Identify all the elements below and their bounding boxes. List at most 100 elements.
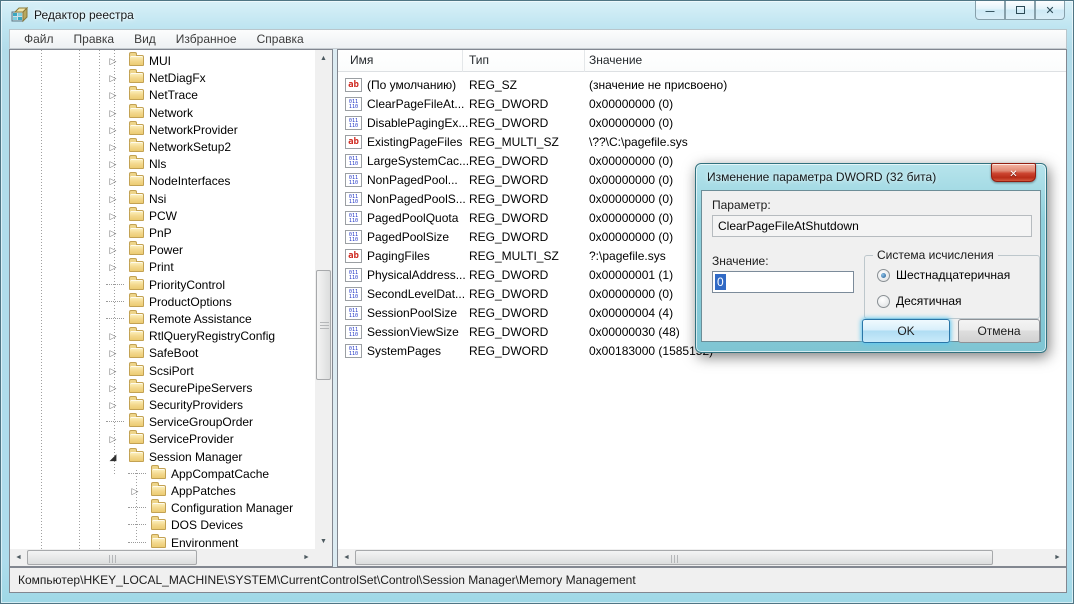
tree-item[interactable]: ▷ NetDiagFx [10, 69, 332, 86]
tree-item-label[interactable]: SafeBoot [149, 346, 198, 360]
tree-item-label[interactable]: Network [149, 106, 193, 120]
tree-item[interactable]: ▷ PnP [10, 224, 332, 241]
tree-item-label[interactable]: NetworkProvider [149, 123, 238, 137]
tree-vertical-scrollbar[interactable]: ▲ ▼ [315, 50, 332, 550]
column-separator[interactable] [584, 50, 585, 72]
tree-item[interactable]: ▷ NetworkProvider [10, 121, 332, 138]
tree-item[interactable]: ▷ RtlQueryRegistryConfig [10, 327, 332, 344]
scroll-right-icon[interactable]: ► [1049, 549, 1066, 566]
expand-arrow-icon[interactable]: ▷ [106, 141, 120, 153]
tree-hscroll-thumb[interactable] [27, 550, 197, 565]
tree-item[interactable]: ▷ Network [10, 104, 332, 121]
tree-item[interactable]: ▷ SecurityProviders [10, 396, 332, 413]
expand-arrow-icon[interactable]: ▷ [106, 347, 120, 359]
expand-arrow-icon[interactable]: ▷ [106, 107, 120, 119]
expand-arrow-icon[interactable]: ▷ [106, 433, 120, 445]
tree-item[interactable]: ▷ NodeInterfaces [10, 172, 332, 189]
tree-item[interactable]: ProductOptions [10, 293, 332, 310]
expand-arrow-icon[interactable]: ▷ [106, 210, 120, 222]
tree-item-label[interactable]: SecurityProviders [149, 398, 243, 412]
menu-favorites[interactable]: Избранное [166, 30, 247, 48]
expand-arrow-icon[interactable]: ▷ [106, 382, 120, 394]
menu-help[interactable]: Справка [247, 30, 314, 48]
expand-arrow-icon[interactable]: ▷ [106, 261, 120, 273]
tree-item-label[interactable]: RtlQueryRegistryConfig [149, 329, 275, 343]
tree-item-label[interactable]: Nls [149, 157, 166, 171]
tree-item-label[interactable]: PCW [149, 209, 177, 223]
tree-item-label[interactable]: SecurePipeServers [149, 381, 252, 395]
tree-item[interactable]: ▷ ServiceProvider [10, 430, 332, 447]
close-button[interactable] [1035, 1, 1065, 20]
value-input[interactable]: 0 [712, 271, 854, 293]
tree-item[interactable]: Configuration Manager [10, 499, 332, 516]
scroll-left-icon[interactable]: ◄ [10, 549, 27, 566]
tree-item-label[interactable]: NodeInterfaces [149, 174, 230, 188]
expand-arrow-icon[interactable]: ▷ [106, 227, 120, 239]
tree-item[interactable]: ▷ NetTrace [10, 86, 332, 103]
tree-item-label[interactable]: Power [149, 243, 183, 257]
tree-horizontal-scrollbar[interactable]: ◄ ► [10, 549, 315, 566]
tree-item-label[interactable]: ServiceProvider [149, 432, 234, 446]
expand-arrow-icon[interactable]: ▷ [106, 399, 120, 411]
tree-item[interactable]: ServiceGroupOrder [10, 413, 332, 430]
registry-value-row[interactable]: ExistingPageFilesREG_MULTI_SZ\??\C:\page… [338, 133, 1066, 152]
tree-item-label[interactable]: Environment [171, 536, 238, 550]
tree-item-label[interactable]: MUI [149, 54, 171, 68]
menu-view[interactable]: Вид [124, 30, 166, 48]
tree-item-label[interactable]: Remote Assistance [149, 312, 252, 326]
tree-item-label[interactable]: ProductOptions [149, 295, 232, 309]
tree-item-label[interactable]: Configuration Manager [171, 501, 293, 515]
registry-value-row[interactable]: (По умолчанию)REG_SZ(значение не присвое… [338, 76, 1066, 95]
tree-item[interactable]: ▷ Print [10, 258, 332, 275]
expand-arrow-icon[interactable]: ▷ [106, 89, 120, 101]
collapse-arrow-icon[interactable]: ◢ [106, 451, 120, 463]
tree-item-label[interactable]: DOS Devices [171, 518, 243, 532]
scroll-right-icon[interactable]: ► [298, 549, 315, 566]
tree-item[interactable]: AppCompatCache [10, 465, 332, 482]
expand-arrow-icon[interactable]: ▷ [128, 485, 142, 497]
column-header-value[interactable]: Значение [589, 50, 642, 72]
radio-decimal[interactable]: Десятичная [877, 294, 962, 308]
tree-item[interactable]: ◢Session Manager [10, 448, 332, 465]
tree-item-label[interactable]: NetDiagFx [149, 71, 206, 85]
tree-item[interactable]: ▷Nsi [10, 190, 332, 207]
tree-item-label[interactable]: NetworkSetup2 [149, 140, 231, 154]
tree-item[interactable]: ▷ScsiPort [10, 362, 332, 379]
tree-item[interactable]: ▷ PCW [10, 207, 332, 224]
list-hscroll-thumb[interactable] [355, 550, 993, 565]
tree-item[interactable]: ▷ SecurePipeServers [10, 379, 332, 396]
expand-arrow-icon[interactable]: ▷ [106, 158, 120, 170]
tree-item-label[interactable]: ScsiPort [149, 364, 194, 378]
minimize-button[interactable] [975, 1, 1005, 20]
scroll-up-icon[interactable]: ▲ [315, 50, 332, 67]
expand-arrow-icon[interactable]: ▷ [106, 55, 120, 67]
expand-arrow-icon[interactable]: ▷ [106, 193, 120, 205]
expand-arrow-icon[interactable]: ▷ [106, 244, 120, 256]
dialog-close-button[interactable] [991, 163, 1036, 182]
radio-hexadecimal[interactable]: Шестнадцатеричная [877, 268, 1010, 282]
tree-item-label[interactable]: AppCompatCache [171, 467, 269, 481]
menu-edit[interactable]: Правка [64, 30, 125, 48]
expand-arrow-icon[interactable]: ▷ [106, 175, 120, 187]
tree-item[interactable]: ▷ SafeBoot [10, 344, 332, 361]
tree-item[interactable]: ▷ Nls [10, 155, 332, 172]
expand-arrow-icon[interactable]: ▷ [106, 72, 120, 84]
tree-item-label[interactable]: NetTrace [149, 88, 198, 102]
column-header-type[interactable]: Тип [469, 50, 489, 72]
scroll-left-icon[interactable]: ◄ [338, 549, 355, 566]
column-separator[interactable] [462, 50, 463, 72]
tree-item-label[interactable]: Print [149, 260, 174, 274]
tree-item-label[interactable]: ServiceGroupOrder [149, 415, 253, 429]
list-horizontal-scrollbar[interactable]: ◄ ► [338, 549, 1066, 566]
scroll-down-icon[interactable]: ▼ [315, 533, 332, 550]
expand-arrow-icon[interactable]: ▷ [106, 124, 120, 136]
tree-item[interactable]: PriorityControl [10, 276, 332, 293]
restore-button[interactable] [1005, 1, 1035, 20]
registry-value-row[interactable]: DisablePagingEx...REG_DWORD0x00000000 (0… [338, 114, 1066, 133]
tree-item-label[interactable]: PnP [149, 226, 172, 240]
registry-value-row[interactable]: ClearPageFileAt...REG_DWORD0x00000000 (0… [338, 95, 1066, 114]
tree-item-label[interactable]: AppPatches [171, 484, 236, 498]
tree-item[interactable]: DOS Devices [10, 516, 332, 533]
expand-arrow-icon[interactable]: ▷ [106, 330, 120, 342]
tree-item-label[interactable]: PriorityControl [149, 278, 225, 292]
